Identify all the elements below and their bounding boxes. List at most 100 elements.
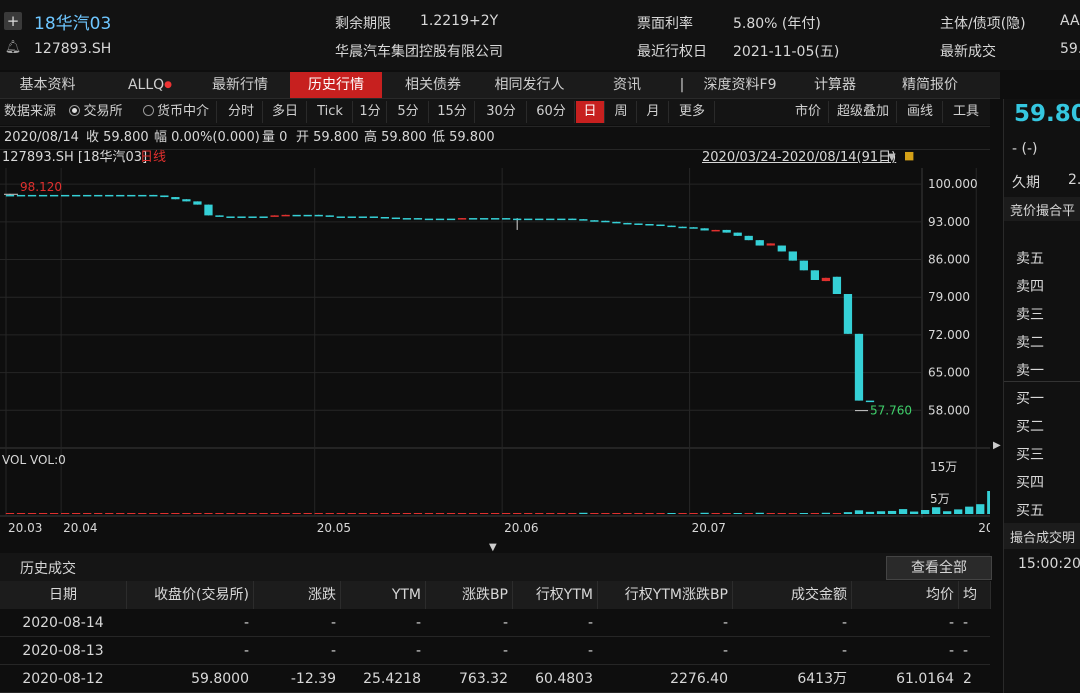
volume-bar	[105, 513, 114, 514]
candle	[479, 218, 489, 220]
tab-related-bonds[interactable]: 相关债券	[392, 72, 474, 98]
tab-history-quote[interactable]: 历史行情	[290, 72, 382, 98]
period-5min[interactable]: 5分	[388, 101, 429, 123]
period-60min[interactable]: 60分	[528, 101, 575, 123]
candle	[27, 194, 37, 197]
period-multiday[interactable]: 多日	[264, 101, 307, 123]
candle	[645, 224, 654, 226]
col-date[interactable]: 日期	[0, 581, 127, 609]
y-tick-label: 72.000	[928, 328, 970, 342]
market-price-button[interactable]: 市价	[788, 101, 829, 123]
x-tick-label: 20.07	[692, 521, 726, 535]
candle	[821, 277, 831, 282]
match-time: 15:00:20	[1018, 556, 1080, 572]
candle	[193, 201, 202, 205]
col-avg-price-label: 均价	[926, 587, 954, 603]
candle	[303, 214, 312, 217]
last-trade-label: 最新成交	[940, 44, 996, 60]
info-open: 开 59.800	[296, 130, 359, 145]
info-volume: 量 0	[262, 130, 288, 145]
period-1min[interactable]: 1分	[354, 101, 387, 123]
col-exercise-ytm[interactable]: 行权YTM	[513, 581, 598, 609]
period-30min[interactable]: 30分	[476, 101, 527, 123]
table-cell: -12.39	[290, 671, 336, 687]
col-amount[interactable]: 成交金额	[733, 581, 852, 609]
tab-calculator[interactable]: 计算器	[800, 72, 870, 98]
col-avg-price[interactable]: 均价	[852, 581, 959, 609]
source-exchange-radio[interactable]: 交易所	[62, 101, 130, 123]
col-amount-label: 成交金额	[791, 587, 847, 603]
col-exercise-ytm-bp-label: 行权YTM涨跌BP	[624, 587, 728, 603]
period-monthly[interactable]: 月	[638, 101, 669, 123]
chart-date-range[interactable]: 2020/03/24-2020/08/14(91日)	[702, 148, 896, 168]
period-more[interactable]: 更多	[670, 101, 715, 123]
tab-basic-info[interactable]: 基本资料	[0, 72, 95, 98]
col-change-bp[interactable]: 涨跌BP	[426, 581, 513, 609]
candle	[490, 218, 500, 220]
tab-deep-info-f9[interactable]: 深度资料F9	[695, 72, 785, 98]
period-15min[interactable]: 15分	[430, 101, 475, 123]
candle	[226, 216, 235, 218]
candle	[854, 333, 864, 401]
lock-icon[interactable]: ■	[904, 146, 914, 166]
tab-news[interactable]: 资讯	[597, 72, 657, 98]
col-exercise-ytm-bp[interactable]: 行权YTM涨跌BP	[598, 581, 733, 609]
radio-unchecked-icon	[142, 105, 154, 116]
volume-bar	[700, 512, 709, 514]
buy-5: 买五	[1016, 503, 1044, 519]
bond-header	[0, 0, 1080, 70]
issuer-name: 华晨汽车集团控股有限公司	[335, 44, 503, 60]
volume-bar	[612, 513, 621, 514]
volume-bar	[722, 513, 731, 514]
candle	[60, 194, 70, 197]
dropdown-triangle-icon[interactable]: ▼	[888, 148, 896, 168]
candle	[568, 218, 577, 221]
period-weekly[interactable]: 周	[606, 101, 637, 123]
add-icon[interactable]: +	[4, 12, 22, 30]
source-broker-radio[interactable]: 货币中介	[136, 101, 217, 123]
period-intraday[interactable]: 分时	[220, 101, 263, 123]
view-all-button[interactable]: 查看全部	[886, 556, 992, 580]
collapse-down-icon[interactable]: ▼	[489, 542, 497, 553]
bell-icon[interactable]: 🔔︎	[4, 40, 22, 58]
remaining-term-value: 1.2219+2Y	[420, 13, 499, 29]
table-cell: -	[587, 615, 593, 631]
tools-button[interactable]: 工具	[944, 101, 988, 123]
candle	[391, 217, 401, 220]
candle	[259, 216, 268, 218]
main-tabs: 基本资料 ALLQ● 最新行情 历史行情 相关债券 相同发行人 资讯 | 深度资…	[0, 72, 1000, 99]
super-overlay-button[interactable]: 超级叠加	[830, 101, 897, 123]
candle	[700, 228, 709, 231]
tab-allq[interactable]: ALLQ●	[110, 72, 190, 98]
tab-simple-quote[interactable]: 精简报价	[890, 72, 970, 98]
tab-latest-quote[interactable]: 最新行情	[200, 72, 280, 98]
volume-bar	[72, 513, 81, 514]
period-daily[interactable]: 日	[576, 101, 605, 123]
col-avg-2[interactable]: 均	[959, 581, 991, 609]
col-close[interactable]: 收盘价(交易所)	[127, 581, 254, 609]
table-cell: -	[841, 643, 847, 659]
y-tick-label: 100.000	[928, 177, 978, 191]
table-cell: -	[330, 615, 336, 631]
table-cell: 59.8000	[191, 671, 249, 687]
tab-same-issuer[interactable]: 相同发行人	[482, 72, 577, 98]
expand-right-icon[interactable]: ▶	[993, 440, 1001, 451]
tab-separator: |	[679, 77, 685, 93]
y-tick-label: 65.000	[928, 366, 970, 380]
candle	[248, 216, 257, 218]
col-ytm[interactable]: YTM	[341, 581, 426, 609]
volume-bar	[777, 513, 786, 514]
volume-bar	[248, 513, 257, 514]
volume-bar	[876, 511, 886, 514]
period-tick[interactable]: Tick	[308, 101, 353, 123]
price-chart[interactable]: 100.000 93.000 86.000 79.000 72.000 65.000 58.…	[0, 168, 990, 553]
remaining-term-label: 剩余期限	[335, 16, 391, 32]
table-cell: -	[948, 643, 954, 659]
candle	[711, 229, 720, 232]
draw-line-button[interactable]: 画线	[898, 101, 943, 123]
volume-bar	[667, 513, 676, 514]
col-change[interactable]: 涨跌	[254, 581, 341, 609]
candle	[634, 223, 643, 225]
volume-bar	[193, 513, 202, 514]
candle	[810, 270, 820, 280]
